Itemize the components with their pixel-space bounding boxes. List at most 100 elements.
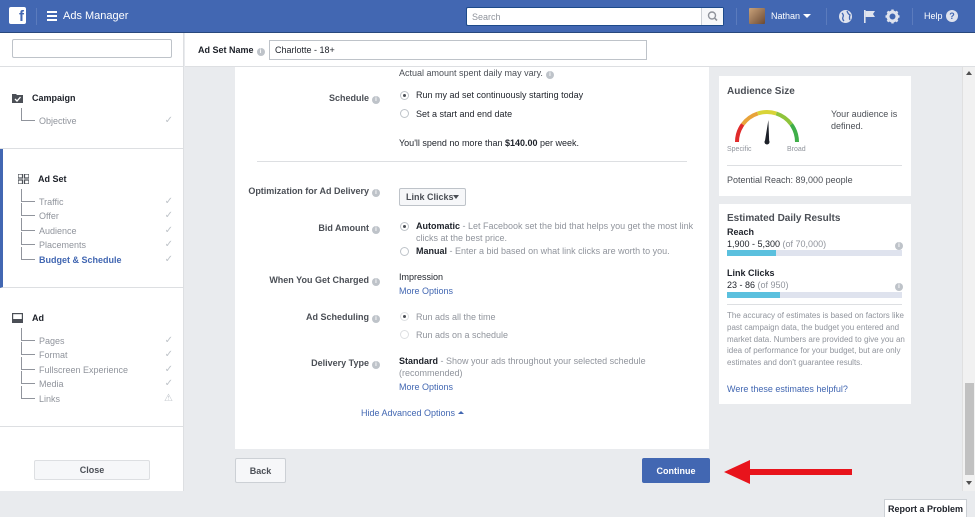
- reach-info[interactable]: i: [895, 239, 903, 250]
- globe-icon[interactable]: [838, 9, 853, 24]
- info-icon[interactable]: i: [372, 278, 380, 286]
- spend-prefix: You'll spend no more than: [399, 138, 505, 148]
- help-link[interactable]: Help: [924, 11, 943, 21]
- reach-bar: [727, 250, 902, 256]
- optimization-dropdown[interactable]: Link Clicks: [399, 188, 466, 206]
- spend-suffix: per week.: [537, 138, 580, 148]
- label-text: Bid Amount: [318, 223, 369, 233]
- section-title: Ad: [32, 313, 44, 323]
- check-icon: ✓: [164, 349, 173, 360]
- check-icon: ✓: [164, 210, 173, 221]
- dropdown-value: Link Clicks: [406, 192, 454, 202]
- estimates-helpful-link[interactable]: Were these estimates helpful?: [727, 384, 848, 394]
- check-icon: ✓: [164, 225, 173, 236]
- info-icon[interactable]: i: [256, 48, 265, 56]
- info-icon[interactable]: i: [372, 189, 380, 197]
- sidebar-item-ad[interactable]: Ad: [12, 313, 44, 323]
- check-icon: ✓: [164, 254, 173, 265]
- charged-more-options-link[interactable]: More Options: [399, 286, 453, 296]
- link-text: Hide Advanced Options: [361, 408, 456, 418]
- scheduling-all-time-label[interactable]: Run ads all the time: [416, 311, 696, 323]
- schedule-continuous-radio[interactable]: [400, 91, 409, 100]
- close-button[interactable]: Close: [34, 460, 150, 480]
- bid-manual-radio[interactable]: [400, 247, 409, 256]
- link-clicks-info[interactable]: i: [895, 280, 903, 291]
- tree-connector: [21, 247, 35, 260]
- info-icon[interactable]: i: [372, 96, 380, 104]
- gear-icon[interactable]: [885, 9, 900, 24]
- chevron-up-icon: [458, 411, 465, 414]
- sidebar-item-placements[interactable]: Placements ✓: [21, 232, 177, 253]
- sidebar-header: [0, 33, 184, 67]
- flag-icon[interactable]: [862, 9, 877, 24]
- adset-name-label: Ad Set Name i: [198, 45, 265, 56]
- info-icon[interactable]: i: [895, 242, 903, 250]
- app-title[interactable]: Ads Manager: [63, 10, 128, 22]
- schedule-start-end-radio[interactable]: [400, 109, 409, 118]
- search-input[interactable]: [467, 8, 701, 25]
- sidebar-item-pages[interactable]: Pages ✓: [21, 328, 177, 349]
- continue-button[interactable]: Continue: [642, 458, 710, 483]
- sidebar-item-adset[interactable]: Ad Set: [18, 174, 67, 184]
- option-title: Manual: [416, 246, 448, 256]
- delivery-type-value: Standard - Show your ads throughout your…: [399, 355, 689, 379]
- help-icon[interactable]: ?: [946, 10, 958, 22]
- info-icon[interactable]: i: [372, 315, 380, 323]
- charged-label: When You Get Charged i: [269, 275, 380, 286]
- adset-name-input[interactable]: [269, 40, 647, 60]
- sidebar-item-label: Budget & Schedule: [39, 255, 122, 265]
- sidebar-item-fullscreen-experience[interactable]: Fullscreen Experience ✓: [21, 357, 177, 378]
- divider: [727, 165, 902, 166]
- sidebar-item-campaign[interactable]: Campaign: [12, 93, 76, 103]
- sidebar-section-ad: Ad Pages ✓ Format ✓ Fullscreen Experienc…: [0, 288, 184, 427]
- warning-icon: ⚠: [164, 393, 173, 404]
- hide-advanced-options-link[interactable]: Hide Advanced Options: [361, 408, 465, 418]
- tree-connector: [21, 218, 35, 231]
- sidebar-item-media[interactable]: Media ✓: [21, 371, 177, 392]
- divider: [912, 8, 913, 25]
- sidebar-search-input[interactable]: [12, 39, 172, 58]
- range-value: 1,900 - 5,300: [727, 239, 781, 249]
- tree-connector: [21, 189, 35, 202]
- link-clicks-range: 23 - 86 (of 950): [727, 280, 789, 290]
- sidebar-item-offer[interactable]: Offer ✓: [21, 203, 177, 224]
- sidebar-item-label: Traffic: [39, 197, 64, 207]
- chevron-down-icon[interactable]: [803, 14, 811, 18]
- back-button[interactable]: Back: [235, 458, 286, 483]
- info-icon[interactable]: i: [545, 71, 554, 79]
- scroll-up-icon[interactable]: [966, 71, 972, 75]
- scrollbar[interactable]: [962, 67, 975, 491]
- bid-automatic-label[interactable]: Automatic - Let Facebook set the bid tha…: [416, 220, 696, 244]
- gauge-pivot: [764, 139, 770, 145]
- scheduling-schedule-radio[interactable]: [400, 330, 409, 339]
- sidebar-item-budget-schedule[interactable]: Budget & Schedule ✓: [21, 247, 177, 268]
- schedule-continuous-label[interactable]: Run my ad set continuously starting toda…: [416, 89, 696, 101]
- bid-manual-label[interactable]: Manual - Enter a bid based on what link …: [416, 245, 696, 257]
- menu-icon[interactable]: [47, 11, 57, 21]
- tree-connector: [21, 357, 35, 370]
- facebook-logo[interactable]: f: [9, 7, 26, 25]
- scroll-down-icon[interactable]: [966, 481, 972, 485]
- info-icon[interactable]: i: [372, 361, 380, 369]
- audience-gauge: [735, 110, 799, 145]
- scheduling-schedule-label[interactable]: Run ads on a schedule: [416, 329, 696, 341]
- scroll-thumb[interactable]: [965, 383, 974, 475]
- info-icon[interactable]: i: [895, 283, 903, 291]
- check-icon: ✓: [164, 239, 173, 250]
- username[interactable]: Nathan: [771, 11, 800, 21]
- range-value: 23 - 86: [727, 280, 756, 290]
- delivery-more-options-link[interactable]: More Options: [399, 382, 453, 392]
- gauge-broad-label: Broad: [787, 146, 806, 153]
- scheduling-all-time-radio[interactable]: [400, 312, 409, 321]
- sidebar-item-objective[interactable]: Objective ✓: [21, 108, 177, 129]
- sidebar-item-traffic[interactable]: Traffic ✓: [21, 189, 177, 210]
- avatar[interactable]: [749, 8, 765, 24]
- sidebar-item-links[interactable]: Links ⚠: [21, 386, 177, 407]
- sidebar-item-format[interactable]: Format ✓: [21, 342, 177, 363]
- schedule-start-end-label[interactable]: Set a start and end date: [416, 108, 696, 120]
- bid-automatic-radio[interactable]: [400, 222, 409, 231]
- info-icon[interactable]: i: [372, 226, 380, 234]
- report-problem-button[interactable]: Report a Problem: [884, 499, 967, 517]
- sidebar-item-audience[interactable]: Audience ✓: [21, 218, 177, 239]
- search-button[interactable]: [701, 8, 723, 25]
